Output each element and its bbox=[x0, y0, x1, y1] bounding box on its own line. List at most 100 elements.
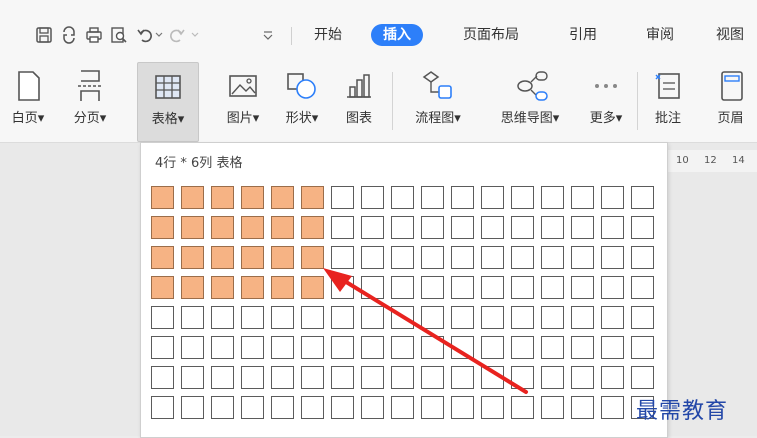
grid-cell[interactable] bbox=[601, 186, 624, 209]
grid-cell[interactable] bbox=[541, 336, 564, 359]
grid-cell-selected[interactable] bbox=[181, 276, 204, 299]
grid-cell-selected[interactable] bbox=[301, 246, 324, 269]
grid-cell[interactable] bbox=[331, 216, 354, 239]
print-preview-icon[interactable] bbox=[108, 24, 130, 46]
grid-cell[interactable] bbox=[571, 306, 594, 329]
grid-cell[interactable] bbox=[451, 366, 474, 389]
grid-cell[interactable] bbox=[481, 336, 504, 359]
grid-cell[interactable] bbox=[331, 306, 354, 329]
grid-cell[interactable] bbox=[511, 276, 534, 299]
grid-cell[interactable] bbox=[631, 336, 654, 359]
grid-cell[interactable] bbox=[601, 336, 624, 359]
grid-cell[interactable] bbox=[271, 366, 294, 389]
table-button[interactable]: 表格▾ bbox=[137, 62, 199, 142]
grid-cell[interactable] bbox=[181, 306, 204, 329]
grid-cell[interactable] bbox=[421, 246, 444, 269]
grid-cell[interactable] bbox=[331, 276, 354, 299]
grid-cell[interactable] bbox=[391, 246, 414, 269]
grid-cell[interactable] bbox=[421, 396, 444, 419]
grid-cell[interactable] bbox=[151, 396, 174, 419]
grid-cell-selected[interactable] bbox=[241, 186, 264, 209]
grid-cell[interactable] bbox=[571, 336, 594, 359]
grid-cell[interactable] bbox=[151, 366, 174, 389]
grid-cell-selected[interactable] bbox=[211, 246, 234, 269]
grid-cell[interactable] bbox=[571, 366, 594, 389]
grid-cell[interactable] bbox=[481, 246, 504, 269]
grid-cell[interactable] bbox=[601, 246, 624, 269]
grid-cell[interactable] bbox=[541, 216, 564, 239]
grid-cell[interactable] bbox=[631, 216, 654, 239]
grid-cell-selected[interactable] bbox=[211, 186, 234, 209]
grid-cell-selected[interactable] bbox=[301, 216, 324, 239]
grid-cell[interactable] bbox=[361, 246, 384, 269]
grid-cell-selected[interactable] bbox=[181, 246, 204, 269]
grid-cell[interactable] bbox=[541, 306, 564, 329]
tab-view[interactable]: 视图 bbox=[708, 24, 752, 46]
grid-cell[interactable] bbox=[151, 336, 174, 359]
grid-cell[interactable] bbox=[451, 396, 474, 419]
grid-cell[interactable] bbox=[331, 366, 354, 389]
grid-cell[interactable] bbox=[511, 306, 534, 329]
grid-cell[interactable] bbox=[241, 306, 264, 329]
redo-dropdown-icon[interactable] bbox=[188, 24, 202, 46]
grid-cell[interactable] bbox=[391, 336, 414, 359]
grid-cell[interactable] bbox=[601, 396, 624, 419]
tab-insert[interactable]: 插入 bbox=[371, 24, 423, 46]
grid-cell[interactable] bbox=[631, 306, 654, 329]
grid-cell[interactable] bbox=[361, 396, 384, 419]
grid-cell[interactable] bbox=[211, 366, 234, 389]
grid-cell[interactable] bbox=[421, 366, 444, 389]
grid-cell[interactable] bbox=[301, 396, 324, 419]
grid-cell[interactable] bbox=[241, 366, 264, 389]
grid-cell[interactable] bbox=[421, 306, 444, 329]
blank-page-button[interactable]: 白页▾ bbox=[0, 62, 56, 140]
undo-dropdown-icon[interactable] bbox=[153, 24, 165, 46]
grid-cell[interactable] bbox=[181, 336, 204, 359]
grid-cell[interactable] bbox=[451, 336, 474, 359]
grid-cell[interactable] bbox=[331, 186, 354, 209]
grid-cell[interactable] bbox=[421, 276, 444, 299]
picture-button[interactable]: 图片▾ bbox=[215, 62, 271, 140]
grid-cell[interactable] bbox=[631, 186, 654, 209]
grid-cell[interactable] bbox=[301, 336, 324, 359]
grid-cell[interactable] bbox=[511, 216, 534, 239]
grid-cell[interactable] bbox=[211, 306, 234, 329]
grid-cell[interactable] bbox=[181, 396, 204, 419]
customize-icon[interactable] bbox=[259, 24, 277, 46]
grid-cell[interactable] bbox=[511, 336, 534, 359]
grid-cell-selected[interactable] bbox=[301, 186, 324, 209]
grid-cell-selected[interactable] bbox=[151, 186, 174, 209]
grid-cell[interactable] bbox=[481, 276, 504, 299]
tab-home[interactable]: 开始 bbox=[306, 24, 350, 46]
shape-button[interactable]: 形状▾ bbox=[273, 62, 331, 140]
grid-cell-selected[interactable] bbox=[151, 246, 174, 269]
tab-references[interactable]: 引用 bbox=[561, 24, 605, 46]
grid-cell[interactable] bbox=[211, 336, 234, 359]
grid-cell[interactable] bbox=[451, 216, 474, 239]
grid-cell-selected[interactable] bbox=[271, 276, 294, 299]
grid-cell[interactable] bbox=[241, 336, 264, 359]
grid-cell[interactable] bbox=[511, 396, 534, 419]
more-button[interactable]: 更多▾ bbox=[580, 62, 632, 140]
grid-cell[interactable] bbox=[451, 306, 474, 329]
grid-cell[interactable] bbox=[571, 186, 594, 209]
grid-cell-selected[interactable] bbox=[151, 216, 174, 239]
grid-cell[interactable] bbox=[271, 306, 294, 329]
grid-cell[interactable] bbox=[361, 306, 384, 329]
grid-cell[interactable] bbox=[361, 276, 384, 299]
grid-cell[interactable] bbox=[481, 216, 504, 239]
grid-cell[interactable] bbox=[361, 336, 384, 359]
grid-cell[interactable] bbox=[271, 396, 294, 419]
grid-cell[interactable] bbox=[541, 276, 564, 299]
grid-cell[interactable] bbox=[541, 186, 564, 209]
grid-cell[interactable] bbox=[541, 396, 564, 419]
tab-review[interactable]: 审阅 bbox=[638, 24, 682, 46]
flowchart-button[interactable]: 流程图▾ bbox=[398, 62, 478, 140]
grid-cell[interactable] bbox=[451, 186, 474, 209]
grid-cell-selected[interactable] bbox=[211, 216, 234, 239]
grid-cell-selected[interactable] bbox=[211, 276, 234, 299]
grid-cell[interactable] bbox=[211, 396, 234, 419]
grid-cell[interactable] bbox=[391, 366, 414, 389]
grid-cell[interactable] bbox=[361, 186, 384, 209]
grid-cell[interactable] bbox=[511, 246, 534, 269]
